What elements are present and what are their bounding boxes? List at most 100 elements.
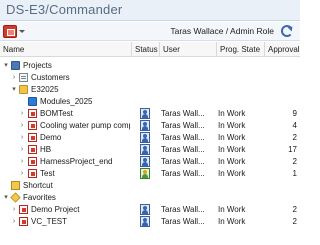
tree-row-label: Customers	[31, 73, 70, 82]
tree-row-hb[interactable]: › HB Taras Wall... In Work 17	[0, 144, 300, 155]
approval-version-cell: 17	[288, 145, 297, 154]
user-cell: Taras Wall...	[161, 169, 205, 178]
tree-row-harnessproject-end[interactable]: › HarnessProject_end Taras Wall... In Wo…	[0, 156, 300, 167]
tree-row-demo[interactable]: › Demo Taras Wall... In Work 2	[0, 132, 300, 143]
user-cell: Taras Wall...	[161, 145, 205, 154]
project-icon	[28, 133, 37, 142]
tree-row-label: Cooling water pump comp...	[40, 121, 130, 130]
column-prog-state[interactable]: Prog. State	[216, 42, 264, 57]
prog-state-cell: In Work	[218, 217, 246, 226]
prog-state-cell: In Work	[218, 133, 246, 142]
approval-version-cell: 2	[292, 205, 297, 214]
user-status-icon	[140, 204, 150, 215]
tree-row-e32025[interactable]: ▾ E32025	[0, 84, 300, 95]
approval-version-cell: 1	[292, 169, 297, 178]
expand-icon[interactable]: ›	[18, 168, 26, 179]
window-title: DS-E3/Commander	[6, 2, 123, 17]
expand-icon[interactable]: ›	[10, 72, 18, 83]
project-icon	[28, 169, 37, 178]
approval-version-cell: 2	[292, 217, 297, 226]
prog-state-cell: In Work	[218, 169, 246, 178]
tree-row-label: VC_TEST	[31, 217, 68, 226]
tree-row-favorites[interactable]: ▾ Favorites	[0, 192, 300, 203]
expand-icon[interactable]: ›	[18, 156, 26, 167]
customers-icon	[19, 73, 28, 82]
prog-state-cell: In Work	[218, 145, 246, 154]
user-cell: Taras Wall...	[161, 121, 205, 130]
approval-version-cell: 9	[292, 109, 297, 118]
tree-row-label: Shortcut	[23, 181, 53, 190]
toolbar: Taras Wallace / Admin Role	[0, 22, 300, 41]
column-approval-version[interactable]: Approval Ver.	[264, 42, 300, 57]
project-icon	[28, 157, 37, 166]
collapse-icon[interactable]: ▾	[10, 84, 18, 95]
expand-icon[interactable]: ›	[18, 132, 26, 143]
tree-row-test[interactable]: › Test Taras Wall... In Work 1	[0, 168, 300, 179]
tree-row-bomtest[interactable]: › BOMTest Taras Wall... In Work 9	[0, 108, 300, 119]
approval-version-cell: 2	[292, 157, 297, 166]
projects-icon	[11, 61, 20, 70]
favorites-icon	[10, 192, 21, 203]
project-icon	[28, 121, 37, 130]
tree-row-demo-project[interactable]: › Demo Project Taras Wall... In Work 2	[0, 204, 300, 215]
project-tree: ▾ Projects › Customers ▾ E32025 Modules_…	[0, 58, 300, 245]
user-status-icon	[140, 120, 150, 131]
collapse-icon[interactable]: ▾	[2, 60, 10, 71]
expand-icon[interactable]: ›	[10, 216, 18, 227]
tree-row-cooling-water-pump[interactable]: › Cooling water pump comp... Taras Wall.…	[0, 120, 300, 131]
user-status-icon	[140, 216, 150, 227]
prog-state-cell: In Work	[218, 121, 246, 130]
app-menu-icon[interactable]	[3, 25, 17, 38]
user-status-icon	[140, 156, 150, 167]
project-icon	[19, 205, 28, 214]
shortcut-icon	[11, 181, 20, 190]
expand-icon[interactable]: ›	[18, 144, 26, 155]
prog-state-cell: In Work	[218, 157, 246, 166]
column-status[interactable]: Status	[131, 42, 159, 57]
window-titlebar: DS-E3/Commander	[0, 0, 300, 21]
user-cell: Taras Wall...	[161, 109, 205, 118]
user-cell: Taras Wall...	[161, 217, 205, 226]
expand-icon[interactable]: ›	[18, 108, 26, 119]
tree-row-projects[interactable]: ▾ Projects	[0, 60, 300, 71]
tree-row-label: Test	[40, 169, 55, 178]
tree-row-label: Demo Project	[31, 205, 80, 214]
locked-status-icon	[140, 168, 150, 179]
collapse-icon[interactable]: ▾	[2, 192, 10, 203]
tree-row-customers[interactable]: › Customers	[0, 72, 300, 83]
tree-row-modules-2025[interactable]: Modules_2025	[0, 96, 300, 107]
user-role-label: Taras Wallace / Admin Role	[170, 26, 274, 36]
folder-icon	[28, 97, 37, 106]
expand-icon[interactable]: ›	[10, 204, 18, 215]
approval-version-cell: 2	[292, 133, 297, 142]
tree-row-vc-test[interactable]: › VC_TEST Taras Wall... In Work 2	[0, 216, 300, 227]
project-icon	[28, 109, 37, 118]
column-header: Name Status User Prog. State Approval Ve…	[0, 42, 300, 57]
column-name[interactable]: Name	[0, 42, 131, 57]
tree-row-label: HB	[40, 145, 52, 154]
refresh-icon[interactable]	[281, 25, 293, 37]
tree-row-label: Favorites	[23, 193, 56, 202]
tree-row-label: Demo	[40, 133, 62, 142]
expand-icon[interactable]: ›	[18, 120, 26, 131]
tree-row-label: BOMTest	[40, 109, 73, 118]
prog-state-cell: In Work	[218, 109, 246, 118]
user-cell: Taras Wall...	[161, 205, 205, 214]
tree-row-label: Modules_2025	[40, 97, 93, 106]
tree-row-label: E32025	[31, 85, 59, 94]
prog-state-cell: In Work	[218, 205, 246, 214]
tree-row-label: HarnessProject_end	[40, 157, 113, 166]
user-status-icon	[140, 108, 150, 119]
folder-open-icon	[19, 85, 28, 94]
user-status-icon	[140, 144, 150, 155]
chevron-down-icon[interactable]	[19, 30, 25, 33]
user-cell: Taras Wall...	[161, 157, 205, 166]
project-icon	[28, 145, 37, 154]
tree-row-shortcut[interactable]: Shortcut	[0, 180, 300, 191]
tree-row-label: Projects	[23, 61, 52, 70]
user-cell: Taras Wall...	[161, 133, 205, 142]
approval-version-cell: 4	[292, 121, 297, 130]
user-status-icon	[140, 132, 150, 143]
project-icon	[19, 217, 28, 226]
column-user[interactable]: User	[159, 42, 216, 57]
